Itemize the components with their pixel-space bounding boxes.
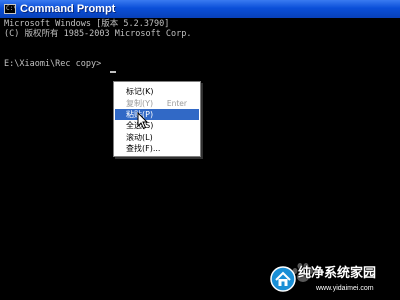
text-cursor xyxy=(110,71,116,73)
console-line-copyright: (C) 版权所有 1985-2003 Microsoft Corp. xyxy=(4,29,192,39)
house-logo-icon xyxy=(270,266,296,292)
menu-item-select-all[interactable]: 全选(S) xyxy=(115,120,199,131)
menu-item-paste[interactable]: 粘贴(P) xyxy=(115,109,199,120)
watermark: 纯净系统家园 www.yidaimei.com xyxy=(270,262,398,298)
menu-item-mark[interactable]: 标记(K) xyxy=(115,86,199,97)
window-title: Command Prompt xyxy=(20,3,116,15)
console-icon: C:\ xyxy=(4,4,16,14)
menu-item-copy-shortcut: Enter xyxy=(166,99,187,108)
console-area[interactable]: Microsoft Windows [版本 5.2.3790] (C) 版权所有… xyxy=(0,18,400,300)
menu-item-find[interactable]: 查找(F)... xyxy=(115,143,199,154)
menu-item-copy-label: 复制(Y) xyxy=(126,99,154,108)
title-bar[interactable]: C:\ Command Prompt xyxy=(0,0,400,18)
menu-item-copy[interactable]: 复制(Y) Enter xyxy=(115,98,199,109)
menu-item-scroll[interactable]: 滚动(L) xyxy=(115,132,199,143)
context-menu: 标记(K) 复制(Y) Enter 粘贴(P) 全选(S) 滚动(L) 查找(F… xyxy=(113,81,201,157)
console-prompt: E:\Xiaomi\Rec copy> xyxy=(4,59,102,69)
mouse-pointer-icon xyxy=(137,112,149,130)
console-line-version: Microsoft Windows [版本 5.2.3790] xyxy=(4,19,170,29)
watermark-title: 纯净系统家园 xyxy=(298,266,377,281)
watermark-url: www.yidaimei.com xyxy=(316,285,374,292)
